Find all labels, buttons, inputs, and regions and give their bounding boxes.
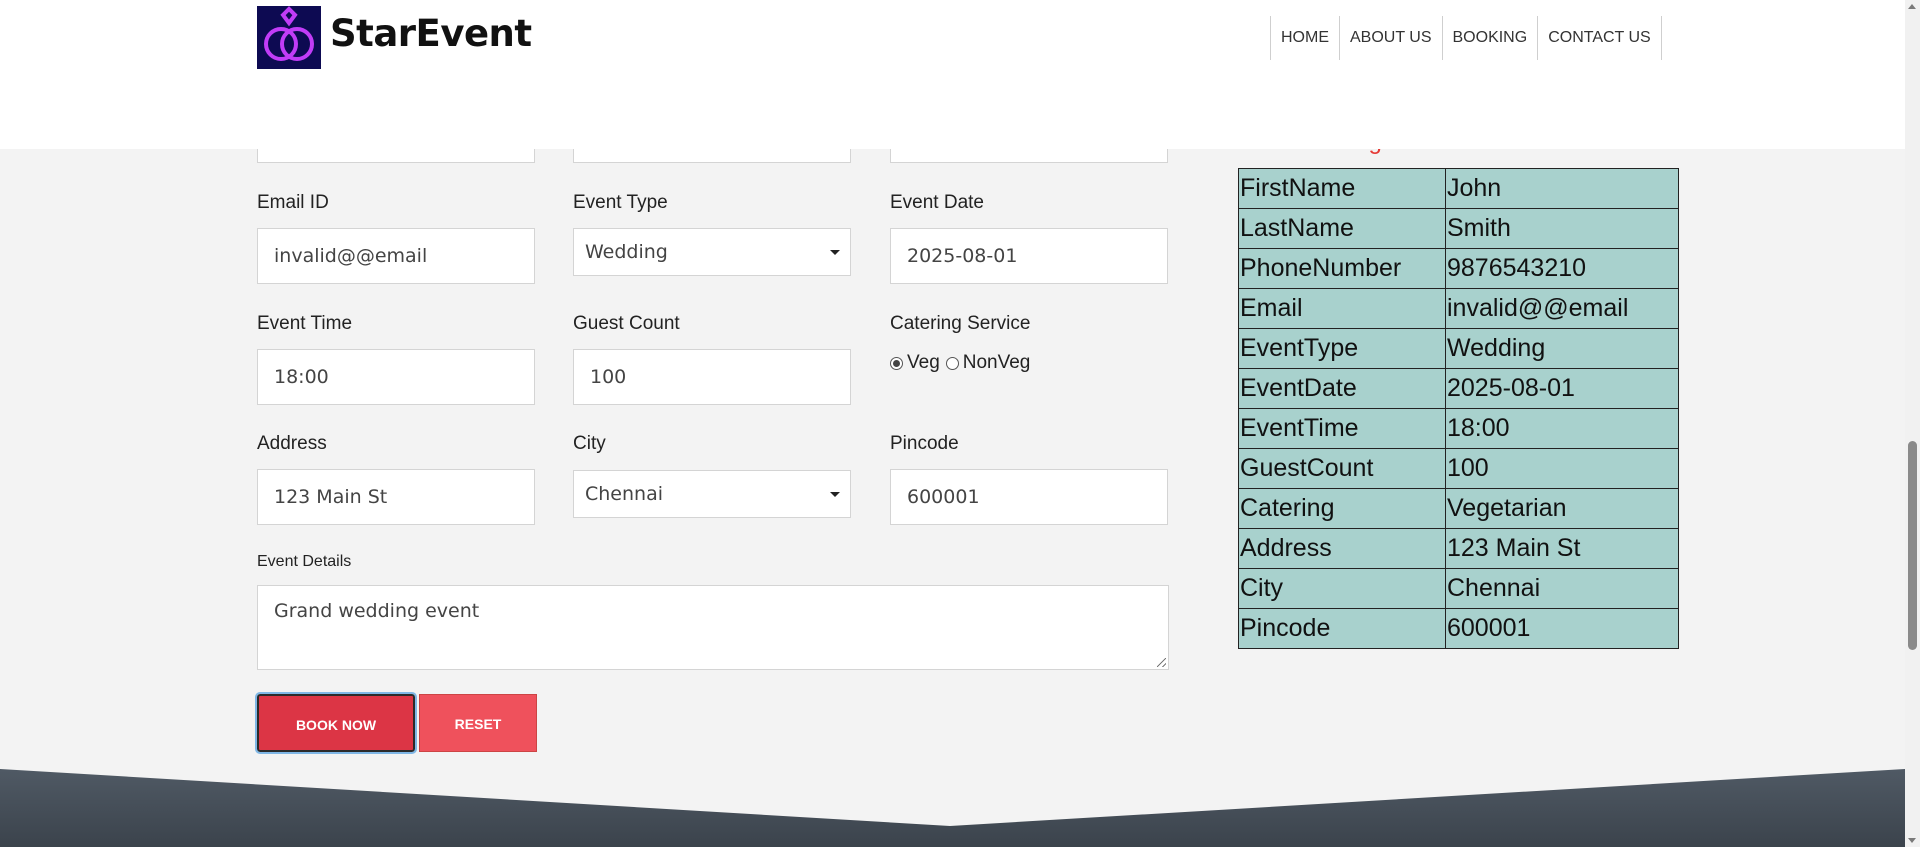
nonveg-radio[interactable] <box>945 356 959 370</box>
table-value-cell: 600001 <box>1445 608 1679 649</box>
table-key-cell: PhoneNumber <box>1238 248 1446 289</box>
table-row: City Chennai <box>1238 568 1679 609</box>
nav-about-us[interactable]: ABOUT US <box>1339 16 1442 60</box>
reset-button[interactable]: RESET <box>419 694 537 752</box>
table-row: Catering Vegetarian <box>1238 488 1679 529</box>
veg-radio[interactable] <box>890 356 903 370</box>
site-header: StarEvent HOME ABOUT US BOOKING CONTACT … <box>0 0 1905 149</box>
event-details-value: Grand wedding event <box>274 600 480 622</box>
table-key-cell: Catering <box>1238 488 1446 529</box>
table-row: FirstName John <box>1238 168 1679 209</box>
table-value-cell: Smith <box>1445 208 1679 249</box>
event-date-input[interactable]: 2025-08-01 <box>890 228 1168 284</box>
nav-booking[interactable]: BOOKING <box>1441 16 1538 60</box>
table-row: EventTime 18:00 <box>1238 408 1679 449</box>
rings-icon[interactable] <box>257 6 321 69</box>
city-value: Chennai <box>585 483 664 505</box>
table-value-cell: 2025-08-01 <box>1445 368 1679 409</box>
footer-hero-image <box>0 764 1905 847</box>
event-date-label: Event Date <box>890 192 984 213</box>
table-row: GuestCount 100 <box>1238 448 1679 489</box>
nav-home[interactable]: HOME <box>1270 16 1339 60</box>
table-key-cell: Address <box>1238 528 1446 569</box>
email-input[interactable]: invalid@@email <box>257 228 535 284</box>
address-label: Address <box>257 433 327 454</box>
caret-down-icon <box>830 250 840 255</box>
caret-down-icon <box>830 492 840 497</box>
guest-count-input[interactable]: 100 <box>573 349 851 405</box>
event-type-select[interactable]: Wedding <box>573 228 851 276</box>
table-value-cell: invalid@@email <box>1445 288 1679 329</box>
table-value-cell: 123 Main St <box>1445 528 1679 569</box>
event-details-textarea[interactable]: Grand wedding event <box>257 585 1169 670</box>
table-key-cell: GuestCount <box>1238 448 1446 489</box>
event-details-label: Event Details <box>257 553 352 570</box>
booking-summary-table: FirstName John LastName Smith PhoneNumber 987… <box>1238 168 1679 649</box>
table-value-cell: 100 <box>1445 448 1679 489</box>
table-key-cell: FirstName <box>1238 168 1446 209</box>
nonveg-radio-label[interactable]: NonVeg <box>963 352 1031 374</box>
guest-count-label: Guest Count <box>573 313 680 334</box>
veg-radio-label[interactable]: Veg <box>907 352 940 374</box>
table-row: Pincode 600001 <box>1238 608 1679 649</box>
table-key-cell: EventTime <box>1238 408 1446 449</box>
book-now-button[interactable]: BOOK NOW <box>255 692 417 754</box>
table-value-cell: 18:00 <box>1445 408 1679 449</box>
table-key-cell: Email <box>1238 288 1446 329</box>
table-row: EventType Wedding <box>1238 328 1679 369</box>
table-row: EventDate 2025-08-01 <box>1238 368 1679 409</box>
event-time-input[interactable]: 18:00 <box>257 349 535 405</box>
table-value-cell: 9876543210 <box>1445 248 1679 289</box>
event-time-label: Event Time <box>257 313 353 334</box>
catering-radio-group: Veg NonVeg <box>890 352 1036 374</box>
pincode-label: Pincode <box>890 433 959 454</box>
pincode-input[interactable]: 600001 <box>890 469 1168 525</box>
table-row: LastName Smith <box>1238 208 1679 249</box>
event-type-label: Event Type <box>573 192 668 213</box>
table-value-cell: Wedding <box>1445 328 1679 369</box>
catering-label: Catering Service <box>890 313 1031 334</box>
event-type-value: Wedding <box>585 241 668 263</box>
table-key-cell: LastName <box>1238 208 1446 249</box>
scroll-up-icon[interactable] <box>1908 4 1916 9</box>
email-label: Email ID <box>257 192 329 213</box>
brand-name[interactable]: StarEvent <box>330 12 532 55</box>
table-value-cell: Vegetarian <box>1445 488 1679 529</box>
city-select[interactable]: Chennai <box>573 470 851 518</box>
city-label: City <box>573 433 606 454</box>
table-value-cell: Chennai <box>1445 568 1679 609</box>
table-row: Address 123 Main St <box>1238 528 1679 569</box>
table-key-cell: City <box>1238 568 1446 609</box>
table-key-cell: Pincode <box>1238 608 1446 649</box>
page-scrollbar[interactable] <box>1905 0 1920 847</box>
resize-grip-icon[interactable] <box>1157 658 1166 667</box>
nav-contact-us[interactable]: CONTACT US <box>1537 16 1662 60</box>
scrollbar-thumb[interactable] <box>1908 441 1917 650</box>
table-row: Email invalid@@email <box>1238 288 1679 329</box>
scroll-down-icon[interactable] <box>1908 838 1916 843</box>
table-row: PhoneNumber 9876543210 <box>1238 248 1679 289</box>
table-key-cell: EventDate <box>1238 368 1446 409</box>
table-key-cell: EventType <box>1238 328 1446 369</box>
table-value-cell: John <box>1445 168 1679 209</box>
address-input[interactable]: 123 Main St <box>257 469 535 525</box>
main-nav: HOME ABOUT US BOOKING CONTACT US <box>1270 16 1662 60</box>
